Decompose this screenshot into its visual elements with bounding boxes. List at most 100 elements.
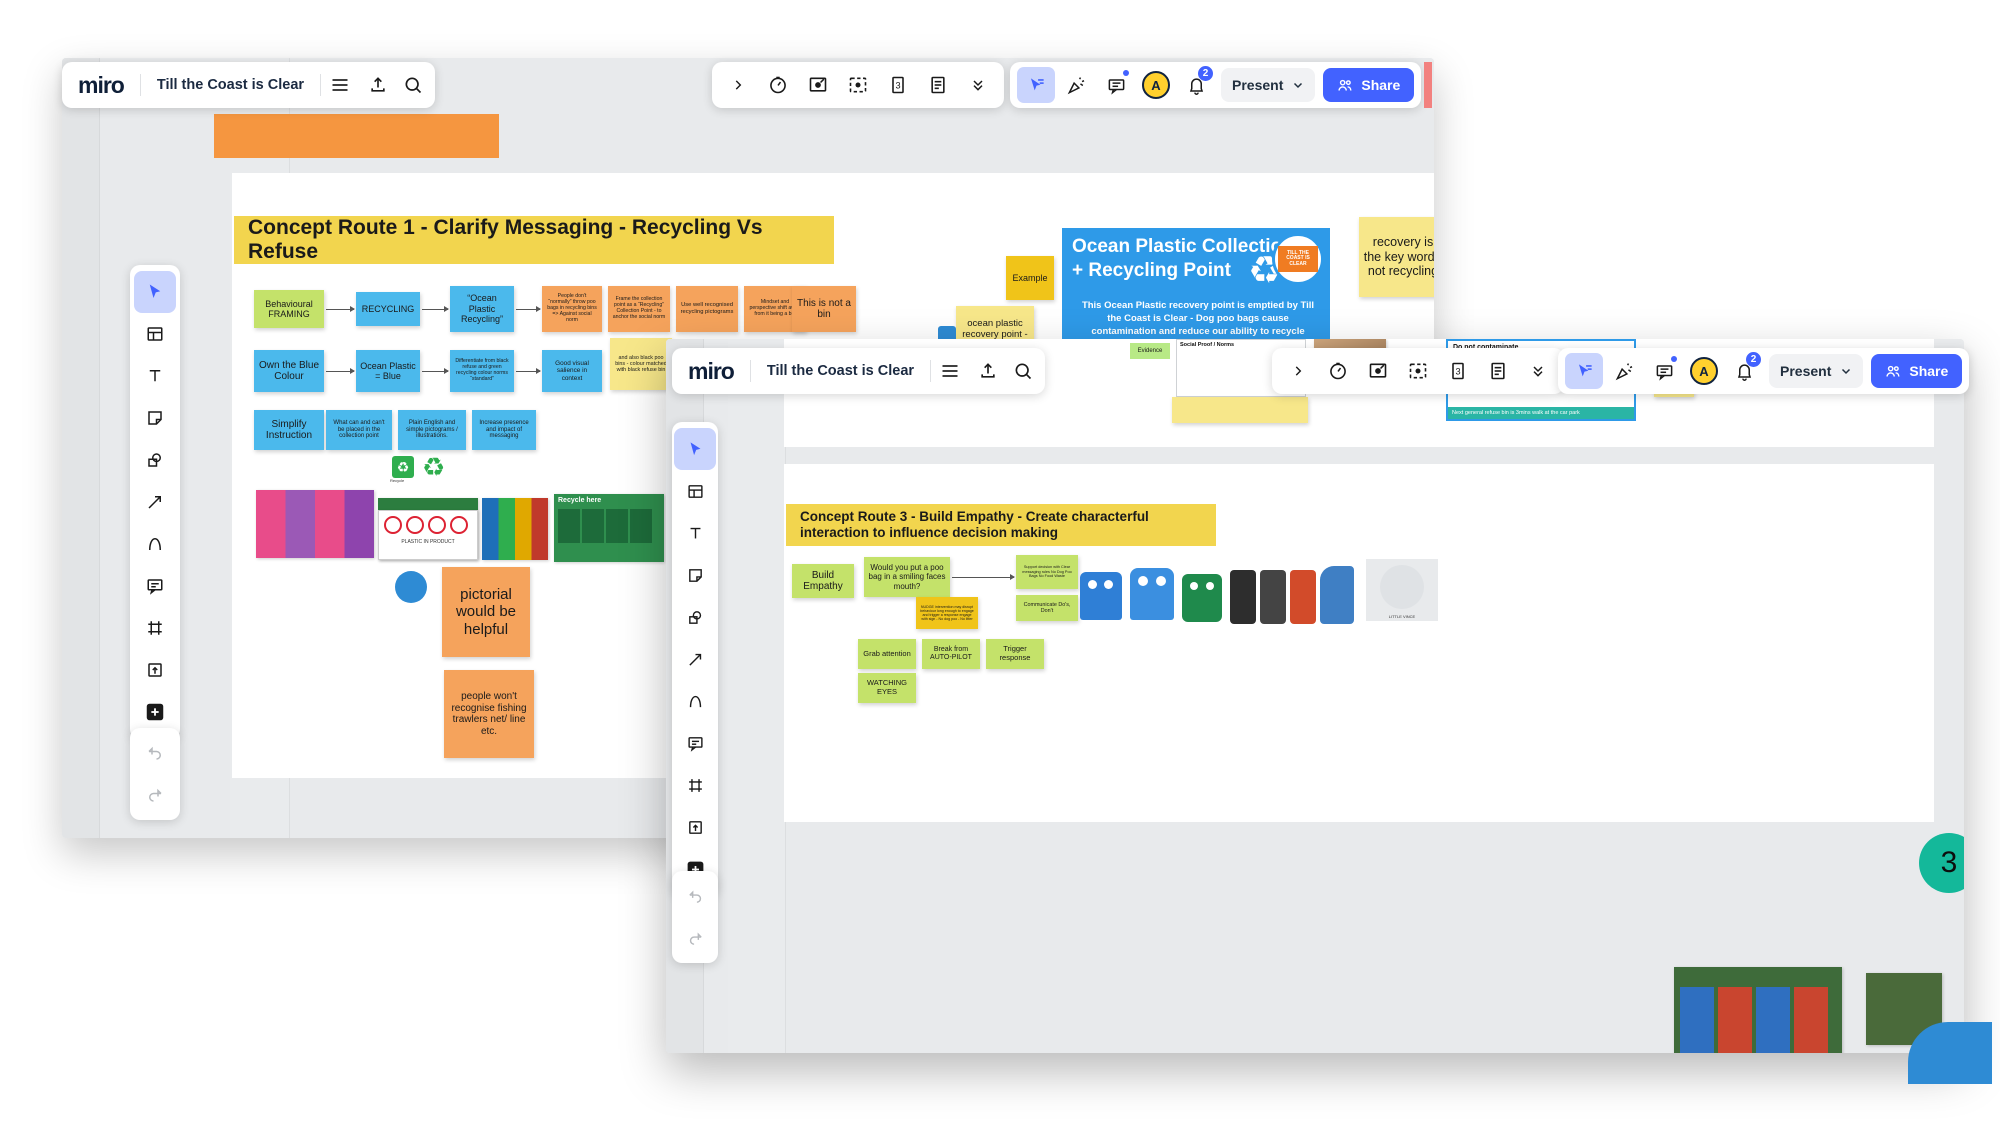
expand-chevron-icon[interactable] — [718, 62, 758, 108]
board-title-1[interactable]: Till the Coast is Clear — [141, 77, 320, 93]
sticky-note[interactable]: Increase presence and impact of messagin… — [472, 410, 536, 450]
upload-tool[interactable] — [674, 806, 716, 848]
voting-icon[interactable]: 3 — [878, 62, 918, 108]
connector-tool[interactable] — [674, 638, 716, 680]
frame-tool[interactable] — [134, 607, 176, 649]
sticky-note[interactable]: This is not a bin — [792, 286, 856, 332]
undo-button[interactable] — [674, 875, 716, 917]
sticky-note[interactable]: RECYCLING — [356, 292, 420, 326]
more-chevrons-icon[interactable] — [958, 62, 998, 108]
templates-tool[interactable] — [674, 470, 716, 512]
sticky-note[interactable]: “Ocean Plastic Recycling” — [450, 286, 514, 332]
notification-bell-icon[interactable]: 2 — [1725, 352, 1763, 389]
miro-logo[interactable]: miro — [62, 72, 140, 99]
notes-icon[interactable] — [918, 62, 958, 108]
notification-bell-icon[interactable]: 2 — [1177, 66, 1215, 103]
search-icon[interactable] — [1007, 348, 1045, 394]
sticky-note[interactable]: Plain English and simple pictograms / il… — [398, 410, 466, 450]
prohibition-signs-image[interactable]: PLASTIC IN PRODUCT — [378, 510, 478, 560]
present-button[interactable]: Present — [1221, 68, 1316, 102]
sticky-note[interactable]: Break from AUTO-PILOT — [922, 639, 980, 669]
sticky-note[interactable]: Simplify Instruction — [254, 410, 324, 450]
sticky-note[interactable]: What can and can't be placed in the coll… — [326, 410, 392, 450]
upload-icon[interactable] — [969, 348, 1007, 394]
party-popper-icon[interactable] — [1057, 67, 1095, 103]
sticky-note[interactable]: Differentiate from black refuse and gree… — [450, 350, 514, 392]
text-tool[interactable] — [134, 355, 176, 397]
sticky-note[interactable]: Example — [1006, 256, 1054, 300]
sticky-note[interactable]: Behavioural FRAMING — [254, 290, 324, 328]
sticky-note[interactable]: and also black poo bins - colour matched… — [610, 338, 672, 390]
share-button[interactable]: Share — [1323, 68, 1415, 102]
sticky-note[interactable]: Ocean Plastic = Blue — [356, 350, 420, 392]
sticky-note[interactable]: recovery is the key word - not recycling — [1359, 217, 1434, 297]
character-bins-photo[interactable] — [1078, 554, 1368, 626]
party-popper-icon[interactable] — [1605, 353, 1643, 389]
shapes-tool[interactable] — [134, 439, 176, 481]
sticky-note-tool[interactable] — [674, 554, 716, 596]
screen-share-icon[interactable] — [1358, 348, 1398, 394]
expand-chevron-icon[interactable] — [1278, 348, 1318, 394]
sticky-note[interactable]: Evidence — [1130, 343, 1170, 359]
select-cursor-tool[interactable] — [674, 428, 716, 470]
bin-colours-image[interactable] — [482, 498, 548, 560]
search-icon[interactable] — [397, 62, 435, 108]
redo-button[interactable] — [134, 774, 176, 816]
avatar[interactable]: A — [1137, 67, 1175, 103]
cursor-share-icon[interactable] — [1017, 67, 1055, 103]
recycle-here-image[interactable]: Recycle here — [554, 494, 664, 562]
connector-tool[interactable] — [134, 481, 176, 523]
select-cursor-tool[interactable] — [134, 271, 176, 313]
comment-tool[interactable] — [674, 722, 716, 764]
sticky-note[interactable]: Grab attention — [858, 639, 916, 669]
comment-list-icon[interactable] — [1097, 67, 1135, 103]
sticky-note[interactable]: Frame the collection point as a “Recycli… — [608, 286, 670, 332]
sticky-note[interactable]: people won't recognise fishing trawlers … — [444, 670, 534, 758]
comment-dot[interactable] — [395, 571, 427, 603]
redo-button[interactable] — [674, 917, 716, 959]
avatar[interactable]: A — [1685, 353, 1723, 389]
sticky-note[interactable]: Communicate Do's, Don't — [1016, 595, 1078, 621]
comment-list-icon[interactable] — [1645, 353, 1683, 389]
pen-tool[interactable] — [134, 523, 176, 565]
sticky-note[interactable]: WATCHING EYES — [858, 673, 916, 703]
share-button[interactable]: Share — [1871, 354, 1963, 388]
sticky-note[interactable]: NUDGE intervention may disrupt behaviour… — [916, 597, 978, 629]
pen-tool[interactable] — [674, 680, 716, 722]
upload-icon[interactable] — [359, 62, 397, 108]
templates-tool[interactable] — [134, 313, 176, 355]
sticky-note[interactable]: Build Empathy — [792, 564, 854, 598]
sticky-note[interactable]: Support decision with Clear messaging ru… — [1016, 555, 1078, 589]
more-chevrons-icon[interactable] — [1518, 348, 1558, 394]
voting-icon[interactable]: 3 — [1438, 348, 1478, 394]
sticky-note[interactable]: Would you put a poo bag in a smiling fac… — [864, 557, 950, 597]
hamburger-menu-icon[interactable] — [931, 348, 969, 394]
sticky-note[interactable]: pictorial would be helpful — [442, 567, 530, 657]
sticky-note[interactable]: People don't “normally” throw poo bags i… — [542, 286, 602, 332]
recycling-bins-photo[interactable] — [1674, 967, 1842, 1053]
little-vince-bin-photo[interactable]: LITTLE VINCE — [1366, 559, 1438, 621]
sticky-note[interactable]: Use well recognised recycling pictograms — [676, 286, 738, 332]
upload-tool[interactable] — [134, 649, 176, 691]
sticky-note[interactable]: Trigger response — [986, 639, 1044, 669]
timer-icon[interactable] — [1318, 348, 1358, 394]
undo-button[interactable] — [134, 732, 176, 774]
shapes-tool[interactable] — [674, 596, 716, 638]
sticky-note[interactable]: Good visual salience in context — [542, 350, 602, 392]
sticky-note-tool[interactable] — [134, 397, 176, 439]
sticky-note[interactable] — [1172, 397, 1308, 423]
cursor-share-icon[interactable] — [1565, 353, 1603, 389]
timer-icon[interactable] — [758, 62, 798, 108]
comment-tool[interactable] — [134, 565, 176, 607]
present-button[interactable]: Present — [1769, 354, 1864, 388]
notes-icon[interactable] — [1478, 348, 1518, 394]
frame-tool[interactable] — [674, 764, 716, 806]
board-title-2[interactable]: Till the Coast is Clear — [751, 363, 930, 379]
sticky-note[interactable]: Own the Blue Colour — [254, 350, 324, 392]
more-apps-tool[interactable] — [134, 691, 176, 733]
focus-mode-icon[interactable] — [838, 62, 878, 108]
miro-logo[interactable]: miro — [672, 358, 750, 385]
focus-mode-icon[interactable] — [1398, 348, 1438, 394]
hamburger-menu-icon[interactable] — [321, 62, 359, 108]
text-tool[interactable] — [674, 512, 716, 554]
